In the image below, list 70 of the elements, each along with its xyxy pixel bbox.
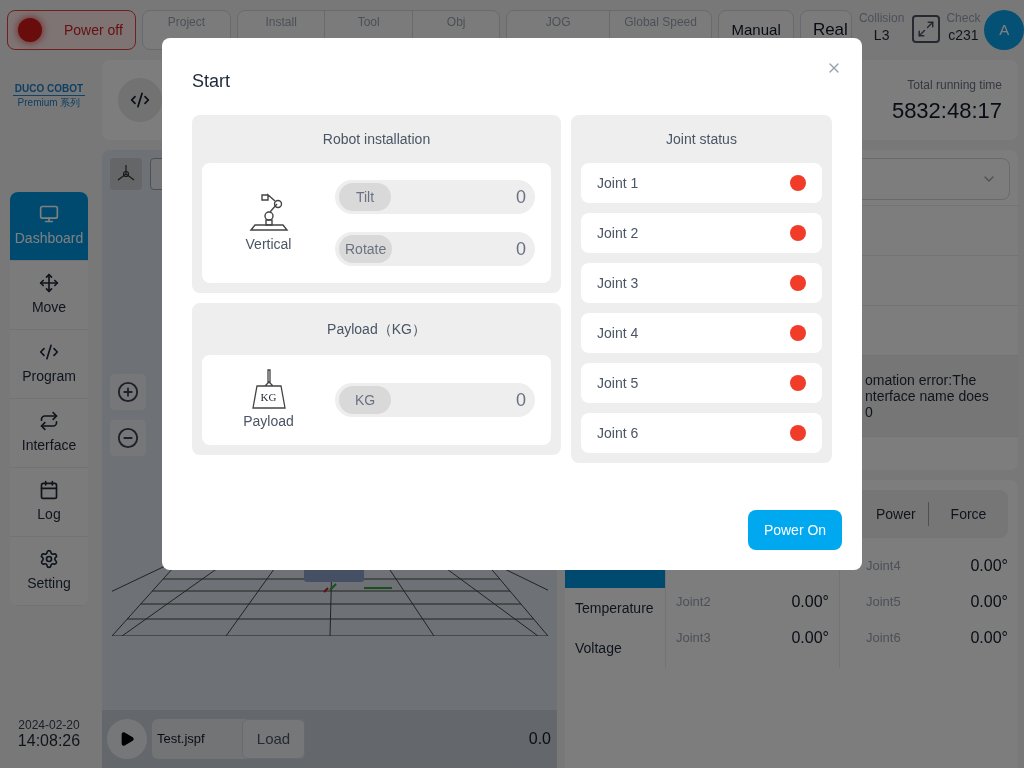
panel-tab[interactable]: Force — [928, 502, 1008, 526]
joint-row: Joint 6 — [581, 413, 822, 453]
joint-value: 0.00° — [791, 628, 829, 648]
nav-item[interactable]: Log — [10, 468, 88, 537]
value-field[interactable]: KG 0 — [335, 383, 535, 417]
field-label: Rotate — [339, 235, 393, 263]
monitor-icon — [39, 203, 59, 224]
side-tab[interactable]: Temperature — [565, 588, 665, 628]
time-text: 14:08:26 — [17, 732, 81, 750]
card-title: Robot installation — [321, 129, 432, 149]
robot-arm-icon — [248, 191, 289, 232]
field-value: 0 — [516, 388, 526, 412]
card-title: Joint status — [665, 129, 738, 149]
power-button[interactable]: Power off — [7, 10, 136, 50]
joint-value: 0.00° — [970, 628, 1008, 648]
joint-value: 0.00° — [791, 592, 829, 612]
side-tab[interactable]: Voltage — [565, 628, 665, 668]
joint-value: 0.00° — [970, 556, 1008, 576]
nav-item[interactable]: Setting — [10, 537, 88, 606]
value-field[interactable]: Rotate 0 — [335, 232, 535, 266]
nav-item[interactable]: Move — [10, 261, 88, 330]
value-field[interactable]: Tilt 0 — [335, 180, 535, 214]
field-value: 0 — [516, 185, 526, 209]
check-value: c231 — [948, 26, 979, 44]
play-button[interactable] — [107, 719, 147, 759]
payload-label: Payload — [243, 411, 294, 431]
nav-item[interactable]: Dashboard — [10, 192, 88, 261]
field-label: Tilt — [339, 183, 391, 211]
nav-item[interactable]: Interface — [10, 399, 88, 468]
date-text: 2024-02-20 — [18, 718, 80, 732]
dialog-title: Start — [192, 70, 230, 93]
running-time-label: Total running time — [907, 76, 1002, 94]
gear-icon — [39, 548, 59, 569]
zoom-out-icon — [117, 427, 139, 449]
view-axis-button[interactable] — [110, 158, 142, 190]
code-icon — [130, 90, 150, 110]
panel-tab[interactable]: Power — [866, 502, 928, 526]
mount-label: Vertical — [245, 234, 292, 254]
series-label: Premium 系列 — [17, 96, 81, 109]
field-value: 0 — [516, 237, 526, 261]
zoom-in-button[interactable] — [110, 374, 146, 410]
code-button[interactable] — [118, 78, 162, 122]
joint-row: Joint 5 — [581, 363, 822, 403]
joint-row: Joint 4 — [581, 313, 822, 353]
running-time-value: 5832:48:17 — [891, 96, 1002, 125]
zoom-out-button[interactable] — [110, 420, 146, 456]
move-arrows-icon — [39, 272, 59, 293]
brand-logo: DUCO COBOT — [12, 82, 86, 96]
position-reading: 0.0 — [528, 729, 551, 749]
zoom-in-icon — [117, 381, 139, 403]
nav-item[interactable]: Program — [10, 330, 88, 399]
error-message: omation error:The nterface name does 0 — [865, 372, 989, 420]
joint-row: Joint 2 — [581, 213, 822, 253]
field-label: KG — [339, 386, 391, 414]
program-file-field[interactable]: Test.jspf Load — [152, 719, 305, 759]
joint-value: 0.00° — [970, 592, 1008, 612]
weight-icon — [250, 368, 287, 409]
calendar-icon — [39, 479, 59, 500]
avatar[interactable]: A — [984, 10, 1024, 50]
weight-label: KG — [259, 390, 278, 403]
joint-row: Joint 3 — [581, 263, 822, 303]
expand-button[interactable] — [912, 15, 941, 43]
play-icon — [119, 731, 135, 747]
repeat-icon — [39, 410, 59, 431]
power-on-button[interactable]: Power On — [748, 510, 842, 550]
joint-row: Joint 1 — [581, 163, 822, 203]
collision-value: L3 — [873, 26, 890, 44]
load-button[interactable]: Load — [242, 719, 305, 759]
card-title: Payload（KG） — [326, 319, 427, 339]
expand-icon — [917, 20, 936, 38]
